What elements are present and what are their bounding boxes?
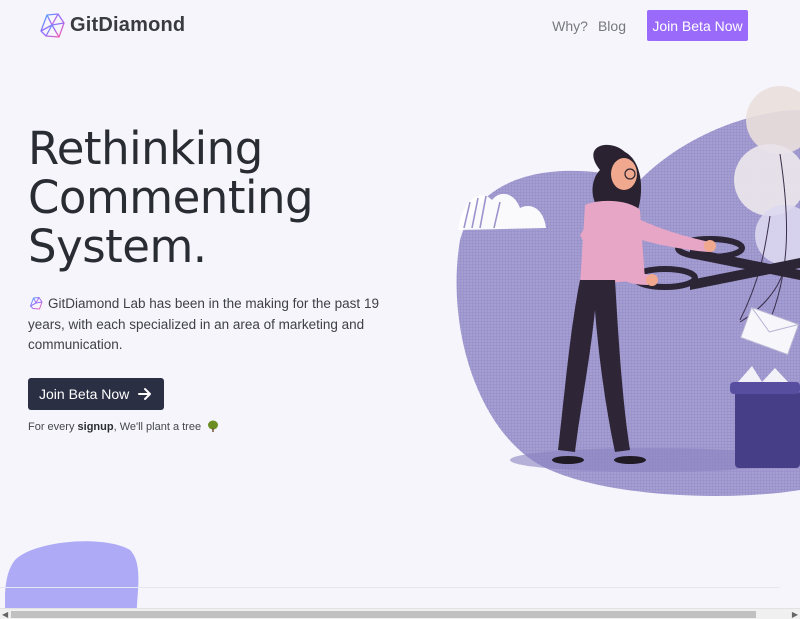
hero-description: GitDiamond Lab has been in the making fo…	[28, 294, 388, 356]
nav-link-blog[interactable]: Blog	[598, 18, 626, 34]
headline-line: Rethinking	[28, 122, 263, 175]
section-divider	[0, 587, 780, 588]
arrow-right-icon	[138, 388, 151, 400]
tree-icon	[208, 420, 219, 432]
headline-line: System.	[28, 220, 207, 273]
nav-join-beta-button[interactable]: Join Beta Now	[647, 10, 748, 41]
main-nav: Why? Blog Join Beta Now	[552, 10, 748, 41]
note-suffix: , We'll plant a tree	[113, 421, 202, 433]
hero-cta-label: Join Beta Now	[39, 386, 130, 402]
diamond-icon	[30, 297, 43, 310]
brand-name: GitDiamond	[70, 13, 186, 36]
scroll-left-icon[interactable]: ◀	[2, 610, 8, 619]
headline-line: Commenting	[28, 171, 314, 224]
horizontal-scrollbar[interactable]: ◀ ▶	[0, 608, 800, 619]
description-text: GitDiamond Lab has been in the making fo…	[28, 296, 379, 352]
note-prefix: For every	[28, 421, 78, 433]
scroll-right-icon[interactable]: ▶	[792, 610, 798, 619]
logo[interactable]: GitDiamond	[38, 11, 185, 39]
diamond-icon	[40, 13, 65, 38]
hero-headline: Rethinking Commenting System.	[28, 124, 388, 271]
scrollbar-thumb[interactable]	[11, 611, 756, 618]
hero-illustration	[456, 86, 800, 496]
hero-join-beta-button[interactable]: Join Beta Now	[28, 378, 164, 410]
site-header: GitDiamond Why? Blog Join Beta Now	[0, 0, 800, 50]
tree-note: For every signup, We'll plant a tree	[28, 420, 219, 433]
signup-link[interactable]: signup	[78, 421, 114, 433]
nav-link-why[interactable]: Why?	[552, 18, 588, 34]
